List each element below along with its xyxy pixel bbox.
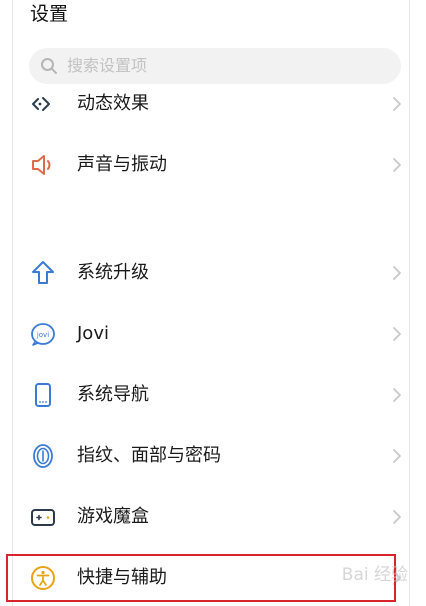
jovi-icon: jovi xyxy=(31,323,55,346)
settings-item-label: 动态效果 xyxy=(77,93,149,114)
chevron-right-icon xyxy=(393,449,401,463)
settings-item-system-navigation[interactable]: 系统导航 xyxy=(13,365,409,425)
svg-text:jovi: jovi xyxy=(36,331,49,339)
settings-item-label: 游戏魔盒 xyxy=(77,506,149,527)
chevron-right-icon xyxy=(393,266,401,280)
chevron-right-icon xyxy=(393,510,401,524)
settings-item-label: 声音与振动 xyxy=(77,154,167,175)
fingerprint-icon xyxy=(33,444,53,468)
search-icon xyxy=(41,58,57,74)
settings-screen: 设置 搜索设置项 动态效果 声音与振动 系统升级 jovi Jovi 系统导航 … xyxy=(12,0,410,606)
settings-item-label: Jovi xyxy=(77,323,109,344)
settings-item-fingerprint-face-password[interactable]: 指纹、面部与密码 xyxy=(13,426,409,486)
settings-item-label: 系统升级 xyxy=(77,262,149,283)
motion-effects-icon xyxy=(32,97,50,111)
settings-item-sound-vibration[interactable]: 声音与振动 xyxy=(13,135,409,195)
settings-item-label: 指纹、面部与密码 xyxy=(77,445,221,466)
speaker-icon xyxy=(32,155,51,175)
page-title: 设置 xyxy=(30,3,69,25)
chevron-right-icon xyxy=(393,158,401,172)
settings-item-motion-effects[interactable]: 动态效果 xyxy=(13,74,409,134)
upgrade-arrow-icon xyxy=(32,261,54,284)
highlight-annotation-box xyxy=(6,554,396,602)
settings-item-system-upgrade[interactable]: 系统升级 xyxy=(13,243,409,303)
watermark: Bai 经验 xyxy=(341,565,408,585)
game-box-icon xyxy=(31,509,55,526)
chevron-right-icon xyxy=(393,97,401,111)
chevron-right-icon xyxy=(393,388,401,402)
settings-item-label: 系统导航 xyxy=(77,384,149,405)
search-input[interactable]: 搜索设置项 xyxy=(67,56,147,76)
settings-item-game-box[interactable]: 游戏魔盒 xyxy=(13,487,409,547)
chevron-right-icon xyxy=(393,327,401,341)
phone-navigation-icon xyxy=(35,383,51,407)
settings-item-jovi[interactable]: jovi Jovi xyxy=(13,304,409,364)
